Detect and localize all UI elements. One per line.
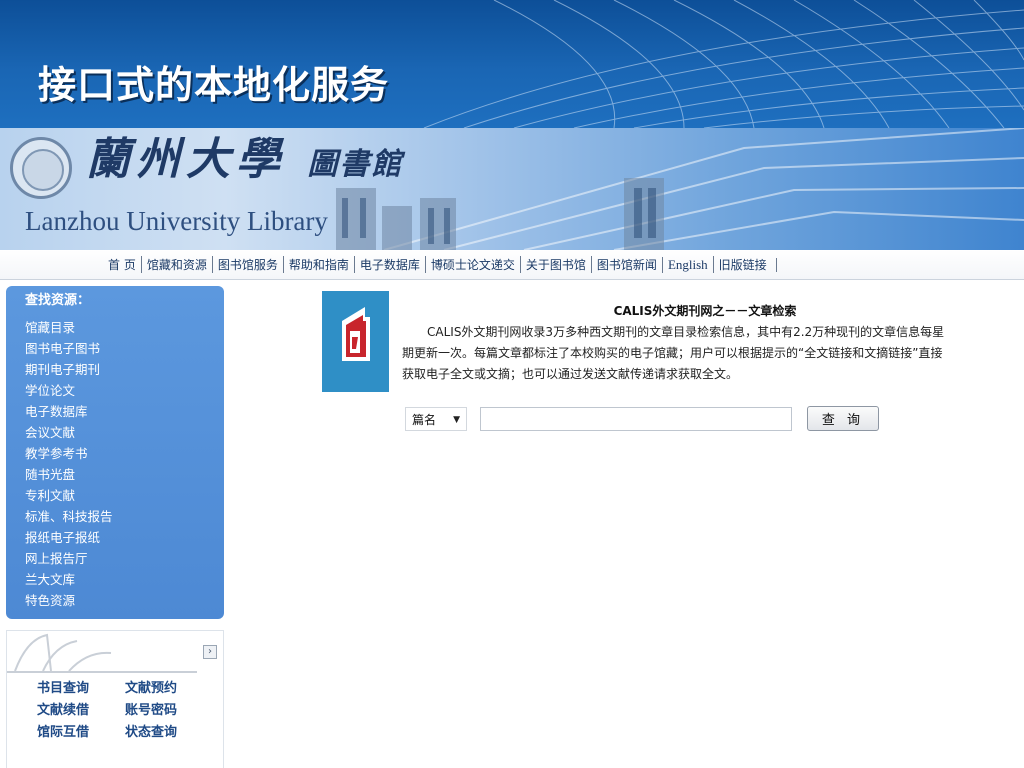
resource-link-books[interactable]: 图书电子图书 bbox=[25, 338, 224, 359]
university-seal-icon bbox=[10, 137, 72, 199]
resource-list: 馆藏目录 图书电子图书 期刊电子期刊 学位论文 电子数据库 会议文献 教学参考书… bbox=[25, 317, 224, 611]
calis-description: CALIS外文期刊网收录3万多种西文期刊的文章目录检索信息，其中有2.2万种现刊… bbox=[402, 325, 945, 381]
resource-link-cds[interactable]: 随书光盘 bbox=[25, 464, 224, 485]
nav-divider bbox=[775, 257, 777, 272]
circulation-widget: › 书目查询 文献预约 文献续借 账号密码 馆际互借 状态查询 bbox=[6, 630, 224, 768]
search-button[interactable]: 查 询 bbox=[807, 406, 879, 431]
nav-news[interactable]: 图书馆新闻 bbox=[590, 256, 662, 273]
nav-english[interactable]: English bbox=[661, 256, 713, 273]
calis-logo-mark bbox=[322, 291, 389, 392]
nav-thesis-submission[interactable]: 博硕士论文递交 bbox=[424, 256, 520, 273]
search-input[interactable] bbox=[480, 407, 792, 431]
nav-help[interactable]: 帮助和指南 bbox=[282, 256, 354, 273]
nav-home[interactable]: 首 页 bbox=[103, 256, 141, 273]
resource-link-special[interactable]: 特色资源 bbox=[25, 590, 224, 611]
circ-link-status-query[interactable]: 状态查询 bbox=[125, 723, 207, 742]
library-building-graphic bbox=[336, 128, 1024, 250]
expand-arrow-icon[interactable]: › bbox=[203, 645, 217, 659]
library-banner: 蘭州大學 圖書館 Lanzhou University Library bbox=[0, 128, 1024, 250]
main-navigation: 首 页 馆藏和资源 图书馆服务 帮助和指南 电子数据库 博硕士论文递交 关于图书… bbox=[0, 250, 1024, 280]
search-field-select[interactable]: 篇名 ▼ bbox=[405, 407, 467, 431]
resource-panel: 查找资源： 馆藏目录 图书电子图书 期刊电子期刊 学位论文 电子数据库 会议文献… bbox=[6, 286, 224, 619]
resource-link-newspapers[interactable]: 报纸电子报纸 bbox=[25, 527, 224, 548]
resource-link-repository[interactable]: 兰大文库 bbox=[25, 569, 224, 590]
search-field-value: 篇名 bbox=[412, 412, 437, 427]
resource-link-journals[interactable]: 期刊电子期刊 bbox=[25, 359, 224, 380]
resource-link-databases[interactable]: 电子数据库 bbox=[25, 401, 224, 422]
page-title: 接口式的本地化服务 bbox=[38, 63, 390, 107]
circ-link-interlibrary-loan[interactable]: 馆际互借 bbox=[37, 723, 125, 742]
circulation-links: 书目查询 文献预约 文献续借 账号密码 馆际互借 状态查询 bbox=[37, 679, 207, 742]
nav-services[interactable]: 图书馆服务 bbox=[211, 256, 283, 273]
chevron-down-icon: ▼ bbox=[453, 415, 460, 425]
resource-link-standards[interactable]: 标准、科技报告 bbox=[25, 506, 224, 527]
calis-logo-icon bbox=[322, 291, 389, 392]
nav-old-links[interactable]: 旧版链接 bbox=[712, 256, 772, 273]
library-name-en: Lanzhou University Library bbox=[25, 206, 328, 236]
nav-collections[interactable]: 馆藏和资源 bbox=[140, 256, 212, 273]
book-sketch-icon bbox=[7, 633, 197, 673]
resource-link-patents[interactable]: 专利文献 bbox=[25, 485, 224, 506]
circ-link-renewal[interactable]: 文献续借 bbox=[37, 701, 125, 720]
nav-about[interactable]: 关于图书馆 bbox=[519, 256, 591, 273]
resource-link-lectures[interactable]: 网上报告厅 bbox=[25, 548, 224, 569]
resource-link-conferences[interactable]: 会议文献 bbox=[25, 422, 224, 443]
calis-title: CALIS外文期刊网之－－文章检索 bbox=[613, 304, 797, 318]
resource-link-course-reserves[interactable]: 教学参考书 bbox=[25, 443, 224, 464]
library-name-cn-main: 蘭州大學 bbox=[86, 134, 286, 185]
resource-link-theses[interactable]: 学位论文 bbox=[25, 380, 224, 401]
circ-link-account-password[interactable]: 账号密码 bbox=[125, 701, 207, 720]
resource-link-catalog[interactable]: 馆藏目录 bbox=[25, 317, 224, 338]
slide-title-band: 接口式的本地化服务 bbox=[0, 0, 1024, 128]
circ-link-catalog-search[interactable]: 书目查询 bbox=[37, 679, 125, 698]
circ-link-reservation[interactable]: 文献预约 bbox=[125, 679, 207, 698]
resource-heading: 查找资源： bbox=[25, 293, 91, 308]
grid-decoration bbox=[423, 0, 1024, 128]
nav-databases[interactable]: 电子数据库 bbox=[353, 256, 425, 273]
